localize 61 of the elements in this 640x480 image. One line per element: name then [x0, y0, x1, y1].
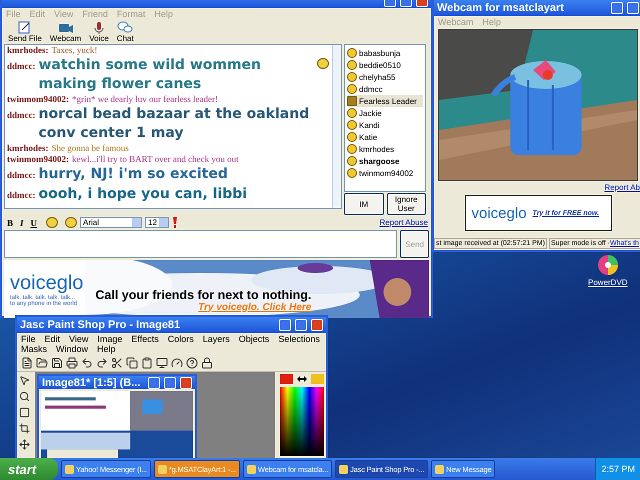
user-button[interactable]: IM [344, 193, 384, 215]
italic-button[interactable]: I [18, 218, 26, 228]
menu-item[interactable]: View [69, 334, 88, 344]
menu-item[interactable]: Effects [131, 334, 159, 344]
toolbar-button[interactable]: Voice [89, 21, 109, 43]
desktop-icon-label[interactable]: PowerDVD [588, 278, 628, 287]
brand-logo: voiceglo [472, 204, 527, 222]
message-text: *grin* we dearly luv our fearless leader! [72, 94, 218, 105]
menu-item[interactable]: Selections [278, 334, 320, 344]
window-title: Webcam for msatclayart [437, 2, 565, 14]
menu-item[interactable]: Image [97, 334, 122, 344]
sender-name: ddmcc: [7, 60, 36, 73]
sender-name: kmrhodes: [7, 143, 49, 154]
start-button[interactable]: start [0, 458, 58, 480]
message-text: kewl...i'll try to BART over and check you out [72, 154, 239, 165]
menu-item[interactable]: Edit [44, 334, 60, 344]
sender-name: kmrhodes: [7, 45, 49, 56]
sender-name: twinmom94002: [7, 154, 69, 165]
user-item[interactable]: Katie [347, 131, 423, 143]
sender-name: ddmcc: [7, 189, 36, 202]
message-text: Taxes, yuck! [52, 45, 98, 56]
user-item[interactable]: Fearless Leader [347, 95, 423, 107]
sender-name: twinmom94002: [7, 94, 69, 105]
size-dropdown[interactable]: 12 [145, 217, 170, 228]
menu-item[interactable]: Objects [238, 334, 270, 344]
window-title: Image81* [1:5] (B... [42, 376, 142, 388]
user-item[interactable]: shargoose [347, 155, 423, 167]
toolbar-button[interactable]: Webcam [50, 21, 82, 43]
user-item[interactable]: babasbunja [347, 47, 423, 59]
menu-item[interactable]: Layers [202, 334, 230, 344]
ad-headline: Call your friends for next to nothing. [95, 288, 312, 302]
message-text: watchin some wild wommen making flower canes [38, 56, 262, 94]
user-item[interactable]: ddmcc [347, 83, 423, 95]
user-button[interactable]: Ignore User [386, 193, 426, 215]
clock: 2:57 PM [601, 464, 635, 474]
font-dropdown[interactable]: Arial [80, 217, 142, 228]
user-item[interactable]: Kandi [347, 119, 423, 131]
report-abuse-link[interactable]: Report Abuse [380, 218, 428, 227]
bold-button[interactable]: B [5, 218, 16, 228]
brand-logo: voiceglo [10, 272, 84, 294]
window-title: Jasc Paint Shop Pro - Image81 [20, 319, 182, 331]
menu-item[interactable]: Help [97, 344, 116, 354]
message-text: norcal bead bazaar at the oakland conv center 1 may [38, 105, 310, 143]
user-item[interactable]: kmrhodes [347, 143, 423, 155]
user-item[interactable]: twinmom94002 [347, 167, 423, 179]
menu-item[interactable]: Masks [21, 344, 48, 354]
message-text: She gonna be famous [52, 143, 129, 154]
toolbar-button[interactable]: Chat [116, 21, 134, 43]
menu-item[interactable]: Window [56, 344, 88, 354]
menu-item[interactable]: File [21, 334, 36, 344]
user-item[interactable]: beddie0510 [347, 59, 423, 71]
toolbar-button[interactable]: Send File [8, 21, 42, 43]
sender-name: ddmcc: [7, 169, 36, 182]
message-text: oooh, i hope you can, libbi [38, 185, 248, 204]
message-text: hurry, NJ! i'm so excited [38, 165, 228, 184]
menu-item[interactable]: Colors [168, 334, 194, 344]
underline-button[interactable]: U [28, 218, 40, 228]
user-item[interactable]: Jackie [347, 107, 423, 119]
report-abuse-link[interactable]: Report Ab [604, 183, 640, 192]
sender-name: ddmcc: [7, 109, 36, 122]
user-item[interactable]: chelyha55 [347, 71, 423, 83]
